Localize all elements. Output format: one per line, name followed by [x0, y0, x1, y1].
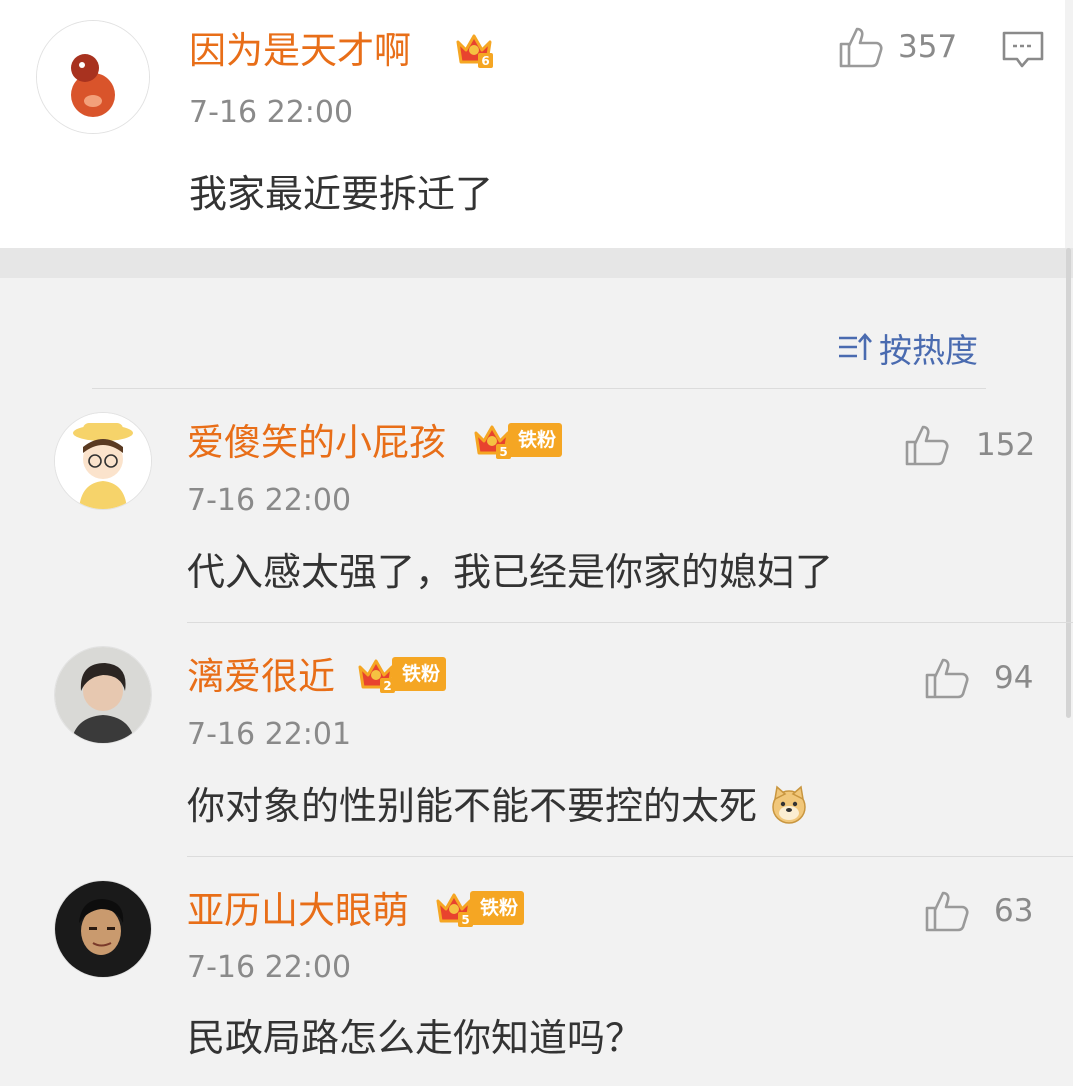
scrollbar[interactable] — [1066, 248, 1071, 718]
level-number: 5 — [499, 445, 507, 459]
avatar-image — [55, 647, 151, 743]
fan-badge: 2 铁粉 — [354, 653, 447, 695]
like-button[interactable]: 63 — [924, 890, 1033, 932]
thumbs-up-icon — [839, 27, 883, 68]
timestamp: 7-16 22:00 — [187, 483, 352, 518]
avatar[interactable] — [54, 880, 152, 978]
avatar-image — [55, 881, 151, 977]
like-count: 94 — [994, 660, 1034, 696]
divider — [92, 388, 986, 389]
timestamp: 7-16 22:01 — [187, 717, 352, 752]
level-number: 2 — [383, 679, 391, 693]
like-count: 357 — [898, 29, 958, 65]
comment-content: 你对象的性别能不能不要控的太死 — [187, 785, 809, 825]
timestamp: 7-16 22:00 — [187, 950, 352, 985]
avatar-image — [55, 413, 151, 509]
sort-icon — [839, 333, 872, 360]
fan-badge: 5 铁粉 — [432, 887, 525, 929]
post-content: 我家最近要拆迁了 — [189, 172, 494, 216]
sort-toggle[interactable]: 按热度 — [837, 324, 978, 372]
fan-badge: 5 铁粉 — [470, 419, 563, 461]
thumbs-up-icon — [905, 425, 949, 466]
fan-badge-label: 铁粉 — [392, 657, 447, 691]
avatar[interactable] — [54, 646, 152, 744]
username[interactable]: 因为是天才啊 — [189, 32, 411, 69]
divider — [187, 622, 1073, 623]
like-count: 63 — [994, 893, 1034, 929]
vip-crown-badge: 6 — [452, 28, 496, 70]
username[interactable]: 爱傻笑的小屁孩 — [187, 424, 446, 461]
like-count: 152 — [976, 427, 1036, 463]
level-number: 5 — [461, 913, 469, 927]
avatar[interactable] — [36, 20, 150, 134]
username[interactable]: 漓爱很近 — [187, 658, 335, 695]
like-button[interactable]: 357 — [838, 26, 957, 68]
timestamp: 7-16 22:00 — [189, 95, 354, 130]
comment-content: 代入感太强了，我已经是你家的媳妇了 — [187, 550, 834, 594]
like-button[interactable]: 152 — [904, 424, 1035, 466]
divider — [187, 856, 1073, 857]
comment-icon[interactable] — [1001, 30, 1045, 74]
thumbs-up-icon — [925, 891, 969, 932]
like-button[interactable]: 94 — [924, 657, 1033, 699]
thumbs-up-icon — [925, 658, 969, 699]
avatar[interactable] — [54, 412, 152, 510]
avatar-image — [37, 21, 149, 133]
fan-badge-label: 铁粉 — [508, 423, 563, 457]
section-separator — [0, 248, 1073, 278]
comment-content: 民政局路怎么走你知道吗？ — [187, 1016, 644, 1060]
doge-emoji-icon — [772, 785, 806, 824]
fan-badge-label: 铁粉 — [470, 891, 525, 925]
comment-text: 你对象的性别能不能不要控的太死 — [187, 784, 758, 828]
main-post: 因为是天才啊 6 7-16 22:00 我家最近要拆迁了 357 — [0, 0, 1065, 248]
crown-icon: 6 — [456, 34, 493, 68]
sort-label: 按热度 — [879, 331, 978, 370]
level-number: 6 — [481, 54, 489, 68]
username[interactable]: 亚历山大眼萌 — [187, 892, 409, 929]
